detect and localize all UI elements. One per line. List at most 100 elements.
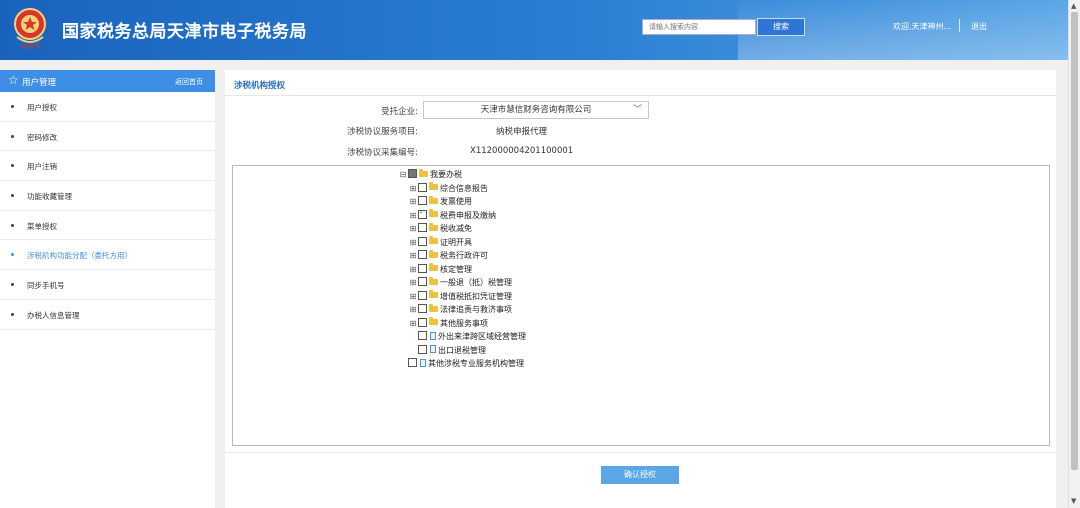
folder-icon	[429, 209, 438, 217]
chevron-down-icon: ﹀	[632, 105, 642, 115]
site-title: 国家税务总局天津市电子税务局	[62, 22, 307, 42]
tree-checkbox[interactable]	[418, 263, 427, 273]
folder-icon	[429, 290, 438, 298]
expand-icon[interactable]: ⊞	[409, 210, 417, 222]
tree-checkbox[interactable]	[418, 277, 427, 286]
top-header: 中国税务 国家税务总局天津市电子税务局 搜索 欢迎,天津神州... 退出	[0, 0, 1068, 60]
tree-node[interactable]: 出口退税管理	[417, 344, 486, 357]
tree-node[interactable]: ⊞ 税收减免	[409, 222, 472, 235]
folder-icon	[429, 263, 438, 271]
service-value: 纳税申报代理	[496, 127, 548, 137]
collapse-icon[interactable]: ⊟	[399, 169, 407, 181]
folder-icon	[429, 249, 438, 258]
sidebar-item[interactable]: 涉税机构功能分配（委托方用）	[0, 240, 215, 271]
tree-node-label: 税收减免	[440, 224, 472, 233]
tree-node-label: 证明开具	[440, 237, 472, 247]
tree-node[interactable]: ⊞ 一般退（抵）税管理	[409, 276, 512, 289]
sidebar-item[interactable]: 功能收藏管理	[0, 181, 215, 211]
folder-icon	[429, 236, 438, 244]
search-input[interactable]	[642, 19, 756, 35]
scroll-up-arrow-icon[interactable]: ▲	[1071, 2, 1076, 10]
folder-icon	[429, 276, 438, 285]
document-icon	[430, 331, 436, 340]
expand-icon[interactable]: ⊞	[409, 277, 417, 289]
confirm-authorization-button[interactable]: 确认授权	[601, 466, 679, 484]
sidebar-item[interactable]: 用户注销	[0, 151, 215, 182]
tree-checkbox[interactable]	[418, 223, 427, 232]
tree-node[interactable]: ⊞ 其他服务事项	[409, 317, 488, 330]
expand-icon[interactable]: ⊞	[409, 223, 417, 235]
tree-checkbox[interactable]	[418, 317, 427, 327]
tree-node[interactable]: ⊞ 核定管理	[409, 263, 472, 276]
tree-node-label: 出口退税管理	[438, 345, 486, 355]
sidebar-item-label: 用户授权	[27, 103, 57, 112]
bullet-icon	[11, 253, 14, 257]
tree-node[interactable]: ⊞ 税费申报及缴纳	[409, 208, 496, 222]
permission-tree: ⊟ 我要办税 ⊞ 综合信息报告 ⊞ 发票使用 ⊞ 税费申报及缴纳 ⊞ 税收减免 ⊞ 证明开具 ⊞ 税务行政…	[232, 165, 1050, 446]
bullet-icon	[11, 164, 14, 168]
expand-icon[interactable]: ⊞	[409, 318, 417, 330]
panel-title: 涉税机构授权	[234, 81, 286, 91]
tree-node-label: 税务行政许可	[440, 251, 488, 260]
sidebar-item[interactable]: 菜单授权	[0, 211, 215, 241]
tree-node[interactable]: ⊞ 税务行政许可	[409, 249, 488, 262]
tree-node[interactable]: ⊞ 增值税抵扣凭证管理	[409, 290, 512, 303]
logout-link[interactable]: 退出	[971, 21, 987, 32]
folder-icon	[429, 195, 438, 204]
expand-icon[interactable]: ⊞	[409, 183, 417, 195]
search-button[interactable]: 搜索	[757, 18, 805, 36]
tree-checkbox[interactable]	[418, 290, 427, 300]
sidebar-item-label: 用户注销	[27, 162, 57, 172]
return-home-link[interactable]: 返回首页	[175, 77, 203, 87]
tree-checkbox[interactable]	[408, 169, 417, 178]
sidebar-item-label: 密码修改	[27, 132, 57, 142]
tree-checkbox[interactable]	[418, 236, 427, 246]
welcome-user-link[interactable]: 欢迎,天津神州...	[893, 21, 951, 32]
expand-icon[interactable]: ⊞	[409, 291, 417, 303]
tree-node[interactable]: ⊞ 法律追责与救济事项	[409, 303, 512, 316]
expand-icon[interactable]: ⊞	[409, 304, 417, 316]
agreement-label: 涉税协议采集编号:	[347, 148, 418, 158]
client-select[interactable]: 天津市慧信财务咨询有限公司 ﹀	[423, 101, 649, 119]
tree-node-label: 增值税抵扣凭证管理	[440, 291, 512, 301]
expand-icon[interactable]: ⊞	[409, 237, 417, 249]
tree-node-label: 税费申报及缴纳	[440, 210, 496, 220]
bullet-icon	[11, 312, 14, 316]
tree-checkbox[interactable]	[418, 196, 427, 205]
bullet-icon	[11, 134, 14, 138]
folder-icon	[429, 222, 438, 231]
tree-checkbox[interactable]	[418, 331, 427, 340]
tree-node-label: 其他涉税专业服务机构管理	[428, 359, 524, 368]
sidebar-item[interactable]: 同步手机号	[0, 270, 215, 300]
tree-node[interactable]: 其他涉税专业服务机构管理	[407, 358, 524, 370]
sidebar-menu: 用户授权密码修改用户注销功能收藏管理 菜单授权涉税机构功能分配（委托方用） 同步手机…	[0, 92, 215, 330]
expand-icon[interactable]: ⊞	[409, 250, 417, 262]
tree-node-label: 我要办税	[430, 170, 462, 179]
tree-node[interactable]: ⊞ 发票使用	[409, 195, 472, 208]
expand-icon[interactable]: ⊞	[409, 196, 417, 208]
tree-checkbox[interactable]	[418, 208, 427, 219]
tree-checkbox[interactable]	[418, 250, 427, 259]
tree-node[interactable]: ⊞ 证明开具	[409, 236, 472, 249]
sidebar-item-label: 菜单授权	[27, 221, 57, 231]
tree-node-label: 发票使用	[440, 197, 472, 206]
expand-icon[interactable]: ⊞	[409, 264, 417, 276]
tree-checkbox[interactable]	[418, 304, 427, 313]
tree-checkbox[interactable]	[418, 344, 427, 354]
tree-checkbox[interactable]	[408, 358, 417, 367]
sidebar-item[interactable]: 办税人信息管理	[0, 300, 215, 330]
tree-checkbox[interactable]	[418, 182, 427, 192]
sidebar-item-label: 功能收藏管理	[27, 192, 72, 202]
tree-node-label: 其他服务事项	[440, 318, 488, 328]
tree-node[interactable]: 外出来津跨区域经营管理	[417, 331, 526, 343]
sidebar-item[interactable]: 用户授权	[0, 92, 215, 122]
scroll-down-arrow-icon[interactable]: ▼	[1071, 497, 1076, 505]
tree-node[interactable]: ⊟ 我要办税	[399, 168, 462, 181]
scroll-thumb[interactable]	[1071, 12, 1078, 470]
page-scrollbar[interactable]: ▲ ▼	[1068, 0, 1080, 508]
bullet-icon	[11, 194, 14, 198]
tree-node[interactable]: ⊞ 综合信息报告	[409, 182, 488, 195]
client-label: 受托企业:	[381, 107, 418, 117]
sidebar-item[interactable]: 密码修改	[0, 122, 215, 152]
sidebar-header: ☆ 用户管理 返回首页	[0, 70, 215, 92]
